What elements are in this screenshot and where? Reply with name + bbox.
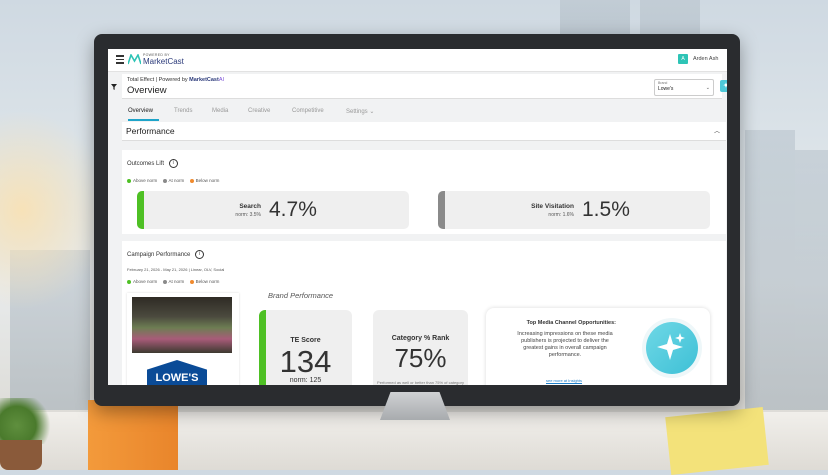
status-bar: [438, 191, 445, 229]
tab-settings-label: Settings: [346, 109, 368, 115]
monitor-stand: [380, 392, 450, 420]
metric-label: Site Visitation: [531, 203, 574, 210]
above-norm-dot: [127, 279, 131, 284]
brand-performance-title: Brand Performance: [268, 291, 334, 300]
category-rank-subtext: Performed as well or better than 75% of …: [377, 380, 464, 385]
outcomes-lift-title: Outcomes Lift: [127, 161, 165, 168]
sparkle-ai-icon[interactable]: [646, 322, 698, 374]
metric-label: Search: [239, 203, 261, 210]
media-opportunities-card: Top Media Channel Opportunities: Increas…: [486, 308, 710, 385]
te-score-card: TE Score 134 norm: 125: [259, 310, 352, 385]
below-norm-dot: [189, 178, 194, 183]
app-screen: POWERED BY MarketCast A Arden Ash Total …: [108, 49, 727, 385]
avatar[interactable]: A: [678, 54, 688, 64]
product-ai: AI: [218, 77, 225, 83]
te-score-norm: norm: 125: [289, 377, 322, 384]
campaign-creative-card[interactable]: LOWE'S: [127, 293, 239, 385]
tab-creative[interactable]: Creative: [248, 108, 270, 114]
marketcast-logo-icon: [128, 54, 141, 65]
category-rank-value: 75%: [394, 343, 447, 373]
tab-competitive[interactable]: Competitive: [292, 108, 324, 114]
te-score-value: 134: [279, 344, 332, 379]
brand-select[interactable]: Brand Lowe's ⌄: [654, 79, 714, 96]
title-card: Total Effect | Powered by MarketCastAI O…: [122, 74, 727, 99]
legend-above: Above norm: [133, 279, 158, 284]
plant: [0, 398, 56, 444]
tab-settings[interactable]: Settings ⌄: [346, 108, 374, 115]
hamburger-menu-icon[interactable]: [116, 55, 124, 64]
brand-name: MarketCast: [143, 57, 184, 66]
orange-object: [88, 400, 178, 470]
top-bar: POWERED BY MarketCast A Arden Ash: [108, 49, 727, 72]
outcomes-lift-section: Outcomes Lift i Above norm At norm Below…: [122, 150, 726, 234]
opportunities-link[interactable]: see more at Insights: [546, 378, 582, 383]
at-norm-dot: [162, 279, 167, 284]
background-building: [745, 130, 795, 410]
chevron-down-icon: ⌄: [705, 85, 710, 91]
legend-above: Above norm: [133, 178, 158, 183]
campaign-performance-heading: Campaign Performance i: [127, 250, 205, 259]
category-rank-card: Category % Rank 75% Performed as well or…: [373, 310, 468, 385]
metric-card-search: Search norm: 3.5% 4.7%: [137, 191, 409, 229]
metric-norm: norm: 3.5%: [235, 212, 261, 218]
legend-at: At norm: [168, 279, 185, 284]
background-building: [795, 150, 828, 410]
performance-title: Performance: [126, 126, 175, 136]
product-line-text: Total Effect | Powered by: [127, 77, 188, 83]
outcomes-lift-heading: Outcomes Lift i: [127, 159, 178, 168]
legend-at: At norm: [168, 178, 185, 183]
status-bar: [137, 191, 144, 229]
chevron-up-icon[interactable]: ︿: [714, 126, 720, 135]
tab-bar: Overview Trends Media Creative Competiti…: [122, 104, 722, 121]
tab-overview[interactable]: Overview: [128, 108, 153, 114]
legend-below: Below norm: [195, 178, 220, 183]
at-norm-dot: [162, 178, 167, 183]
tab-media[interactable]: Media: [212, 108, 228, 114]
product-line: Total Effect | Powered by MarketCastAI: [127, 77, 224, 83]
metric-norm: norm: 1.6%: [548, 212, 574, 218]
brand-select-value: Lowe's: [658, 86, 674, 92]
info-icon[interactable]: i: [168, 159, 178, 168]
metric-card-site-visitation: Site Visitation norm: 1.6% 1.5%: [438, 191, 710, 229]
performance-header[interactable]: Performance ︿: [122, 122, 726, 141]
info-icon[interactable]: i: [195, 250, 205, 259]
active-tab-indicator: [128, 119, 159, 121]
metric-value: 4.7%: [269, 198, 317, 221]
campaign-date-range: February 21, 2026 - May 21, 2026 | Linea…: [127, 267, 225, 272]
te-score-label: TE Score: [290, 337, 321, 344]
plant-pot: [0, 440, 42, 470]
sparkle-ai-button[interactable]: ✦: [720, 80, 727, 92]
above-norm-dot: [127, 178, 131, 183]
metric-value: 1.5%: [582, 198, 630, 221]
legend: Above norm At norm Below norm: [127, 279, 219, 284]
campaign-performance-title: Campaign Performance: [127, 252, 191, 259]
tab-trends[interactable]: Trends: [174, 108, 192, 114]
category-rank-label: Category % Rank: [391, 335, 450, 342]
sticky-note: [665, 407, 769, 475]
product-brand: MarketCast: [189, 77, 219, 83]
page-title: Overview: [127, 85, 167, 96]
creative-thumbnail[interactable]: [132, 297, 232, 353]
lowes-logo: LOWE'S: [147, 360, 207, 385]
filter-icon[interactable]: [111, 84, 117, 90]
user-name[interactable]: Arden Ash: [693, 56, 718, 62]
legend: Above norm At norm Below norm: [127, 178, 219, 183]
chevron-down-icon: ⌄: [369, 109, 375, 115]
brand-select-label: Brand: [658, 81, 668, 85]
legend-below: Below norm: [195, 279, 220, 284]
opportunities-title: Top Media Channel Opportunities:: [526, 320, 616, 326]
sparkle-icon: [657, 333, 685, 360]
opportunities-body: Increasing impressions on these media pu…: [517, 331, 613, 358]
campaign-performance-section: Campaign Performance i February 21, 2026…: [122, 241, 726, 385]
below-norm-dot: [189, 279, 194, 284]
